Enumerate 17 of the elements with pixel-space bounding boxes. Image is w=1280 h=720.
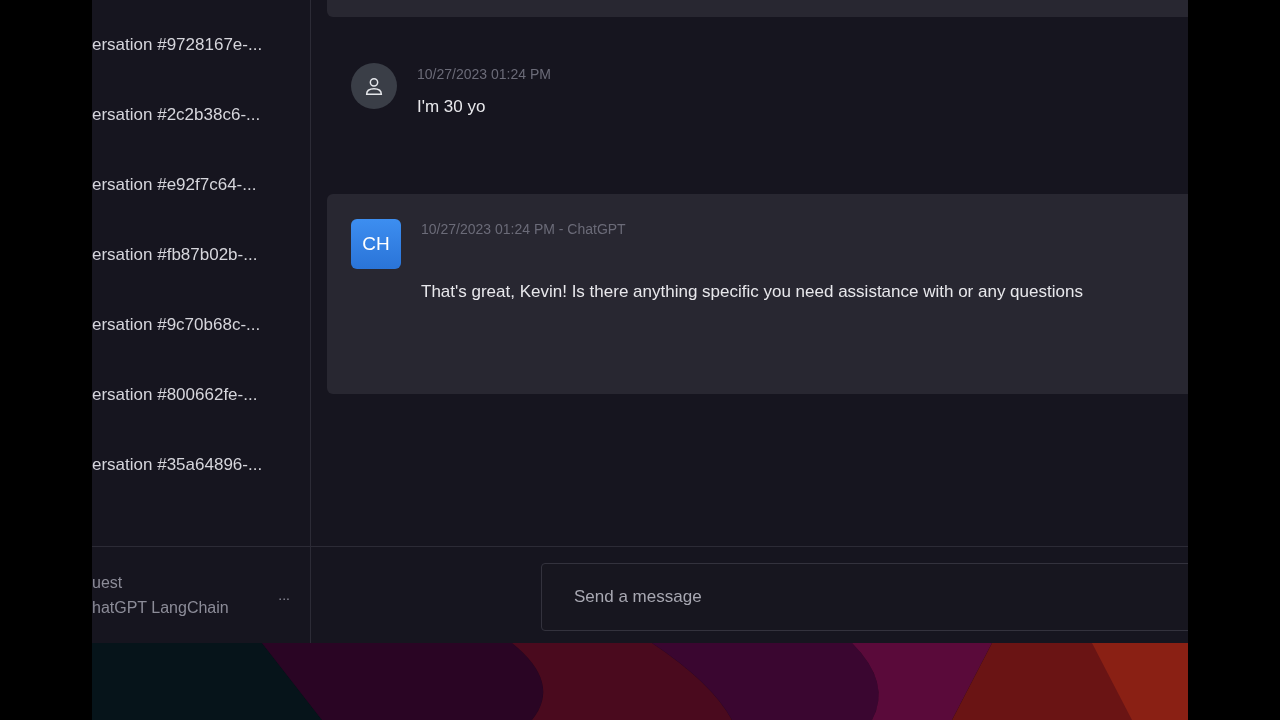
person-icon <box>363 75 385 97</box>
conversation-item[interactable]: ersation #9c70b68c-... <box>92 302 310 372</box>
account-subtitle: hatGPT LangChain <box>92 598 229 618</box>
message-input[interactable]: Send a message <box>541 563 1188 631</box>
message-timestamp: 10/27/2023 01:24 PM - ChatGPT <box>421 220 627 239</box>
conversation-item[interactable]: ersation #800662fe-... <box>92 372 310 442</box>
conversation-item[interactable]: ersation #e92f7c64-... <box>92 162 310 232</box>
message-timestamp: 10/27/2023 01:24 PM <box>417 65 551 84</box>
conversation-item[interactable]: ersation #9728167e-... <box>92 22 310 92</box>
conversation-item[interactable]: ersation #fb87b02b-... <box>92 232 310 302</box>
account-name: uest <box>92 573 124 593</box>
conversation-item[interactable]: ersation #35a64896-... <box>92 442 310 512</box>
message-text: I'm 30 yo <box>417 96 487 118</box>
assistant-avatar: CH <box>351 219 401 269</box>
conversation-item[interactable]: ersation #2c2b38c6-... <box>92 92 310 162</box>
message-text: That's great, Kevin! Is there anything specific you need assistance with or any questions <box>421 281 1083 303</box>
more-button[interactable]: ... <box>278 584 290 606</box>
